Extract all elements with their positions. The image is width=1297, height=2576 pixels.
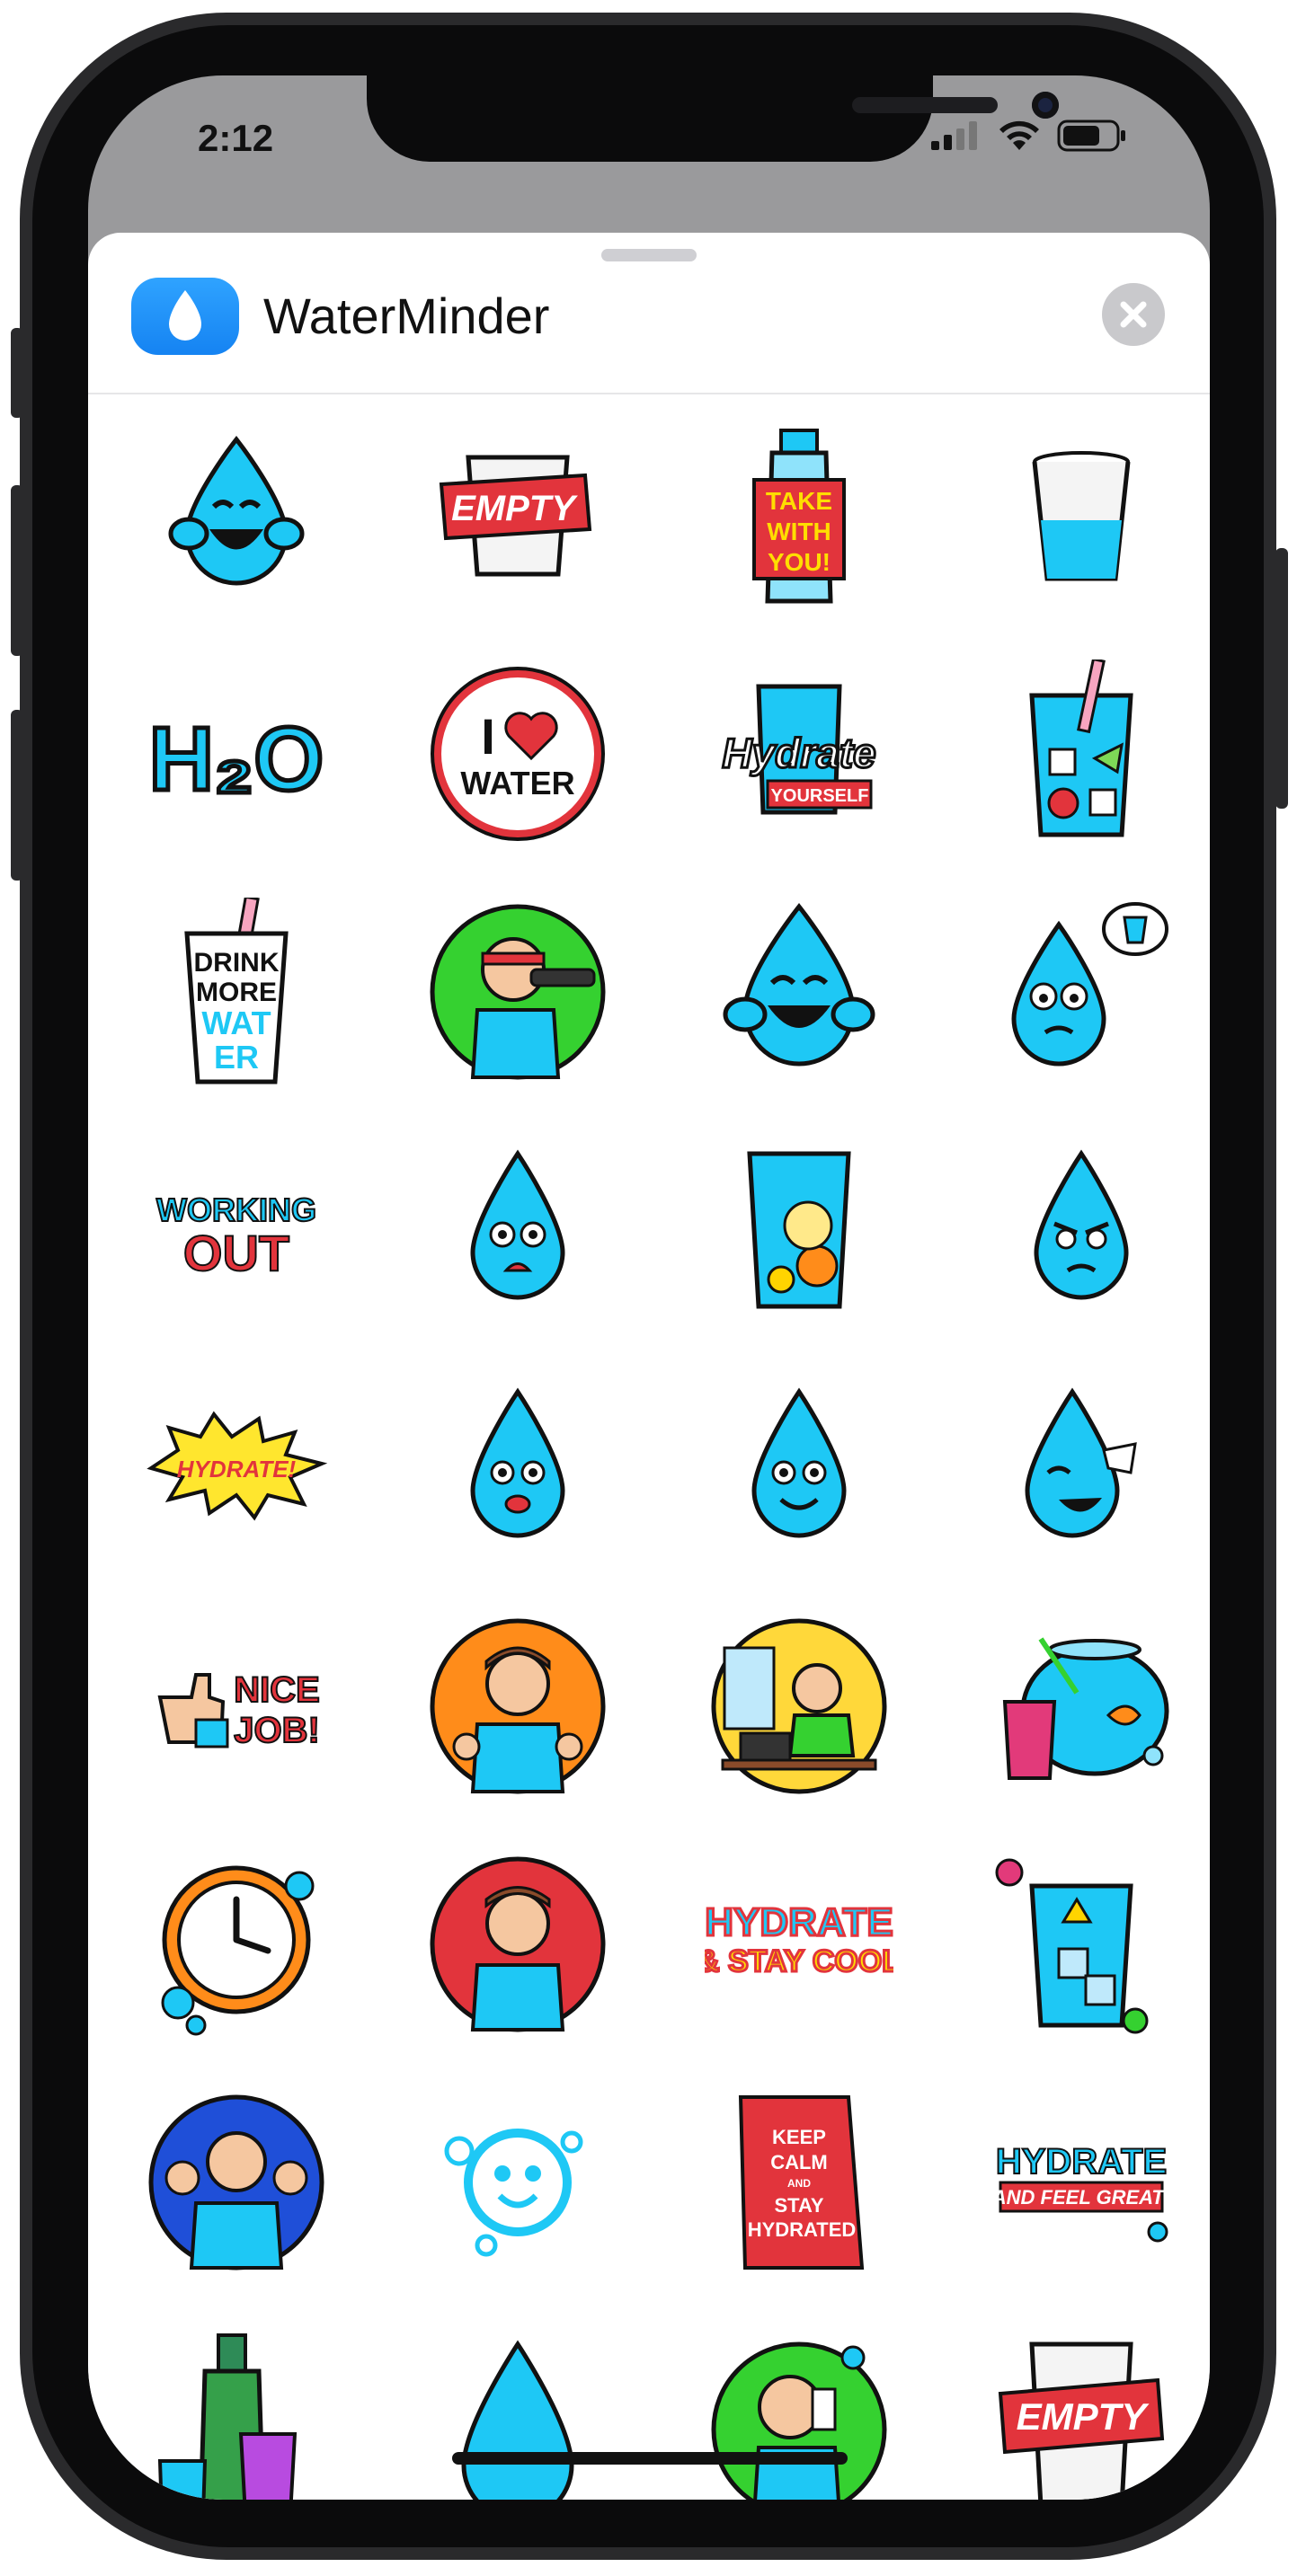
close-button[interactable] xyxy=(1102,283,1165,346)
sticker-text: DRINK xyxy=(194,948,280,978)
notch xyxy=(367,75,1059,162)
sticker-text: ER xyxy=(214,1039,259,1076)
sticker-hydrate-burst[interactable]: HYDRATE! xyxy=(142,1374,331,1562)
sticker-laughing-drop[interactable] xyxy=(142,421,331,610)
sticker-guy-drinking-green-2[interactable] xyxy=(705,2326,893,2500)
sticker-drink-more-water[interactable]: DRINK MORE WAT ER xyxy=(142,895,331,1086)
sticker-thumbs-up-guy[interactable] xyxy=(423,1612,612,1801)
sticker-text: STAY xyxy=(774,2194,823,2217)
water-drop-icon xyxy=(169,290,201,341)
sticker-strong-guy[interactable] xyxy=(142,2088,331,2277)
speaker xyxy=(852,97,998,113)
sticker-text: WATER xyxy=(460,765,574,801)
sticker-text: WITH xyxy=(767,518,831,545)
volume-up-button xyxy=(11,485,23,656)
app-icon xyxy=(131,278,239,355)
close-icon xyxy=(1120,301,1147,328)
sticker-text: Hydrate xyxy=(722,730,875,776)
sticker-guy-drinking-green[interactable] xyxy=(423,898,612,1086)
sticker-empty-glass-2[interactable]: EMPTY xyxy=(987,2326,1176,2500)
sticker-fruit-glass[interactable] xyxy=(987,657,1176,848)
sticker-angry-drop[interactable] xyxy=(987,1136,1176,1324)
sticker-text: JOB! xyxy=(234,1711,320,1750)
sticker-text: HYDRATE! xyxy=(177,1456,297,1483)
sticker-h2o[interactable]: H₂O xyxy=(142,659,331,848)
sticker-text: I xyxy=(481,708,495,765)
sticker-text: AND xyxy=(787,2177,811,2190)
status-time: 2:12 xyxy=(198,117,274,159)
sticker-text: OUT xyxy=(183,1225,289,1281)
sticker-bottles[interactable] xyxy=(142,2326,331,2500)
sticker-text: HYDRATED xyxy=(748,2218,857,2241)
volume-down-button xyxy=(11,710,23,881)
sticker-guy-at-laptop[interactable] xyxy=(705,1612,893,1801)
sticker-ice-glass[interactable] xyxy=(987,1850,1176,2039)
sticker-hydrate-feel-great[interactable]: HYDRATE AND FEEL GREAT! xyxy=(987,2088,1176,2277)
sticker-big-drop[interactable] xyxy=(423,2326,612,2500)
sticker-bubble-face[interactable] xyxy=(423,2088,612,2277)
sticker-i-love-water[interactable]: I WATER xyxy=(423,659,612,848)
sticker-thinking-drop[interactable] xyxy=(987,898,1176,1086)
sticker-sheet: WaterMinder EMPTY TAKE WITH YOU! H₂O I W… xyxy=(88,233,1210,2500)
sticker-keep-calm[interactable]: KEEP CALM AND STAY HYDRATED xyxy=(705,2088,893,2277)
sticker-fishbowl[interactable] xyxy=(987,1612,1176,1801)
sticker-nice-job[interactable]: NICE JOB! xyxy=(142,1612,331,1801)
sticker-worried-drop[interactable] xyxy=(423,1136,612,1324)
sticker-hydrate-yourself[interactable]: Hydrate YOURSELF xyxy=(705,659,893,848)
sticker-empty-glass[interactable]: EMPTY xyxy=(423,421,612,610)
sticker-text: YOURSELF xyxy=(771,786,869,806)
sticker-smiling-drop[interactable] xyxy=(705,1374,893,1562)
sticker-text: EMPTY xyxy=(451,489,578,528)
sticker-take-with-you-bottle[interactable]: TAKE WITH YOU! xyxy=(705,421,893,610)
front-camera xyxy=(1032,92,1059,119)
sticker-winking-drop[interactable] xyxy=(987,1374,1176,1562)
sticker-working-out[interactable]: WORKING OUT xyxy=(142,1136,331,1324)
app-name: WaterMinder xyxy=(263,288,550,344)
home-indicator[interactable] xyxy=(452,2452,848,2465)
sticker-hydrate-stay-cool[interactable]: HYDRATE & STAY COOL xyxy=(696,1850,902,2039)
sticker-laughing-drop-big[interactable] xyxy=(705,898,893,1086)
sticker-text: EMPTY xyxy=(1017,2395,1150,2438)
sticker-text: CALM xyxy=(770,2151,828,2173)
sticker-text: MORE xyxy=(196,978,277,1007)
sheet-header: WaterMinder xyxy=(88,233,1210,394)
sticker-text: H₂O xyxy=(149,709,324,810)
sticker-text: AND FEEL GREAT! xyxy=(991,2186,1170,2209)
power-button xyxy=(1275,548,1288,809)
sticker-text: NICE xyxy=(234,1670,320,1710)
sticker-kiss-drop[interactable] xyxy=(423,1374,612,1562)
sticker-text: KEEP xyxy=(772,2126,826,2148)
sticker-text: YOU! xyxy=(768,548,831,576)
sticker-text: TAKE xyxy=(766,487,832,515)
wifi-icon xyxy=(999,120,1039,150)
mute-switch xyxy=(11,328,23,418)
sticker-tired-guy[interactable] xyxy=(423,1850,612,2039)
sticker-text: WORKING xyxy=(156,1191,316,1228)
cellular-signal-icon xyxy=(931,121,977,150)
screen: 2:12 WaterMinder EMPTY TAKE WITH YOU! H₂… xyxy=(88,75,1210,2500)
sticker-clock[interactable] xyxy=(142,1850,331,2039)
sticker-text: HYDRATE xyxy=(996,2142,1167,2182)
status-icons xyxy=(931,119,1129,153)
sticker-text: HYDRATE xyxy=(705,1900,893,1944)
sticker-fruit-glass-2[interactable] xyxy=(705,1136,893,1324)
battery-icon xyxy=(1057,120,1125,152)
sticker-text: WAT xyxy=(201,1005,271,1041)
sticker-text: & STAY COOL xyxy=(705,1944,893,1978)
sticker-half-glass[interactable] xyxy=(987,421,1176,610)
